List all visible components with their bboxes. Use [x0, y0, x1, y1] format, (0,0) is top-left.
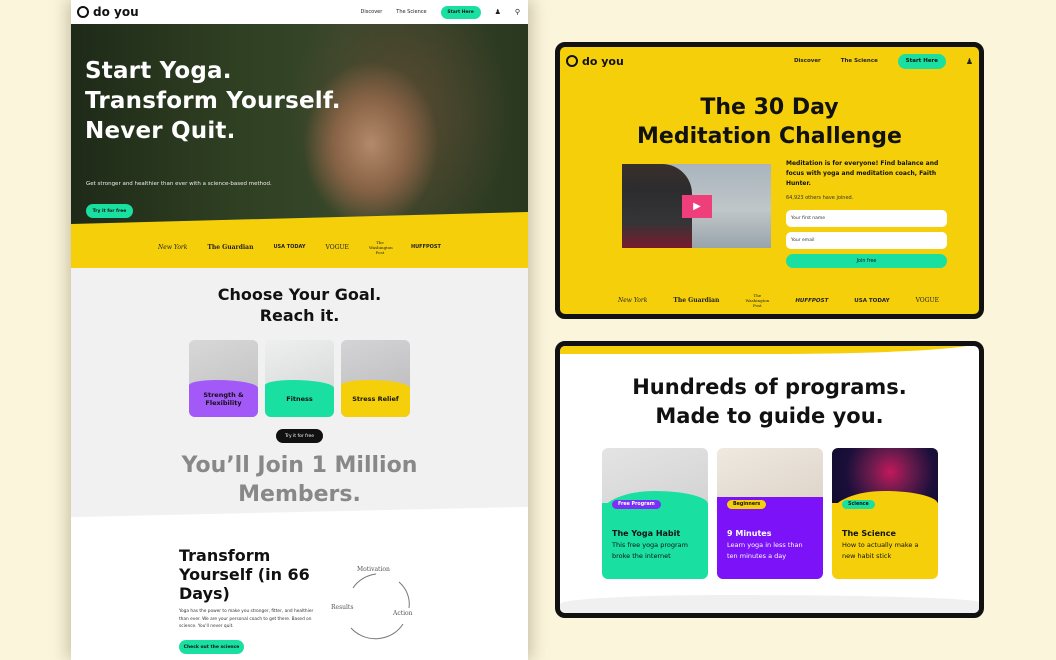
- program-tag: Beginners: [727, 500, 767, 509]
- program-title: The Science: [842, 529, 896, 538]
- logo-circle-icon: [566, 55, 578, 67]
- user-icon[interactable]: ♟: [495, 8, 501, 16]
- press-logo-usatoday: USA TODAY: [273, 244, 306, 250]
- signup-form: Meditation is for everyone! Find balance…: [786, 159, 951, 268]
- transform-body: Yoga has the power to make you stronger,…: [179, 609, 314, 629]
- nav-link-discover[interactable]: Discover: [361, 9, 383, 15]
- press-logo-guardian: The Guardian: [207, 243, 254, 251]
- program-card-science[interactable]: Science The Science How to actually make…: [832, 448, 938, 579]
- press-logo-washpost: The Washington Post: [745, 293, 770, 308]
- video-thumbnail[interactable]: ▶: [622, 164, 771, 248]
- choose-goal-section: Choose Your Goal. Reach it. Strength & F…: [71, 268, 528, 523]
- program-title: The Yoga Habit: [612, 529, 681, 538]
- nav-link-science[interactable]: The Science: [841, 58, 878, 64]
- join-free-button[interactable]: Join free: [786, 254, 947, 268]
- goal-try-free-button[interactable]: Try it for free: [276, 429, 323, 443]
- email-input[interactable]: Your email: [786, 232, 947, 249]
- habit-cycle-diagram: Motivation Action Results: [331, 566, 419, 646]
- meditation-challenge-screenshot: do you Discover The Science Start Here ♟…: [555, 42, 984, 319]
- transform-title: Transform Yourself (in 66 Days): [179, 546, 310, 603]
- press-logos-bar: New York The Guardian The Washington Pos…: [618, 293, 939, 308]
- transform-section: Transform Yourself (in 66 Days) Yoga has…: [71, 522, 528, 660]
- hero-try-free-button[interactable]: Try it for free: [86, 204, 133, 218]
- press-logo-huffpost: HUFFPOST: [410, 244, 441, 250]
- play-icon[interactable]: ▶: [682, 195, 712, 218]
- logo[interactable]: do you: [77, 5, 139, 19]
- press-logo-newyork: New York: [618, 297, 648, 304]
- hero-subtitle: Get stronger and healthier than ever wit…: [86, 181, 272, 187]
- nav-link-science[interactable]: The Science: [396, 9, 426, 15]
- start-here-button[interactable]: Start Here: [440, 5, 481, 19]
- program-title: 9 Minutes: [727, 529, 772, 538]
- logo[interactable]: do you: [566, 55, 624, 68]
- programs-title: Hundreds of programs. Made to guide you.: [632, 375, 907, 428]
- goal-card-label: Strength & Flexibility: [189, 380, 258, 417]
- homepage-screenshot: do you Discover The Science Start Here ♟…: [71, 0, 528, 660]
- programs-screenshot: Hundreds of programs. Made to guide you.…: [555, 341, 984, 618]
- press-logo-vogue: VOGUE: [915, 297, 939, 304]
- cycle-label-action: Action: [393, 610, 413, 617]
- cycle-label-motivation: Motivation: [357, 566, 390, 573]
- press-logo-vogue: VOGUE: [325, 243, 349, 251]
- search-icon[interactable]: ⚲: [515, 8, 520, 16]
- program-card-yoga-habit[interactable]: Free Program The Yoga Habit This free yo…: [602, 448, 708, 579]
- goal-card-fitness[interactable]: Fitness: [265, 340, 334, 417]
- program-description: Learn yoga in less than ten minutes a da…: [727, 541, 803, 560]
- program-description: How to actually make a new habit stick: [842, 541, 919, 560]
- goal-title: Choose Your Goal. Reach it.: [217, 285, 382, 325]
- program-tag: Free Program: [612, 500, 661, 509]
- hero-section: Start Yoga. Transform Yourself. Never Qu…: [71, 24, 528, 226]
- press-logo-usatoday: USA TODAY: [854, 297, 890, 304]
- top-nav: do you Discover The Science Start Here ♟…: [71, 0, 528, 24]
- press-logos-bar: New York The Guardian USA TODAY VOGUE Th…: [71, 226, 528, 268]
- press-logo-guardian: The Guardian: [673, 297, 720, 304]
- goal-card-strength[interactable]: Strength & Flexibility: [189, 340, 258, 417]
- hero-headline: Start Yoga. Transform Yourself. Never Qu…: [85, 58, 341, 144]
- joined-count: 64,923 others have joined.: [786, 195, 854, 201]
- start-here-button[interactable]: Start Here: [897, 53, 946, 69]
- program-card-9-minutes[interactable]: Beginners 9 Minutes Learn yoga in less t…: [717, 448, 823, 579]
- goal-card-stress-relief[interactable]: Stress Relief: [341, 340, 410, 417]
- user-icon[interactable]: ♟: [966, 57, 973, 66]
- program-description: This free yoga program broke the interne…: [612, 541, 688, 560]
- cycle-label-results: Results: [331, 604, 354, 611]
- first-name-input[interactable]: Your first name: [786, 210, 947, 227]
- program-tag: Science: [842, 500, 875, 509]
- members-title: You’ll Join 1 Million Members.: [181, 453, 418, 507]
- press-logo-washpost: The Washington Post: [368, 239, 393, 255]
- challenge-nav: do you Discover The Science Start Here ♟: [560, 47, 979, 75]
- goal-card-label: Fitness: [265, 380, 334, 417]
- press-logo-huffpost: HUFFPOST: [795, 297, 829, 304]
- nav-link-discover[interactable]: Discover: [794, 58, 821, 64]
- challenge-title: The 30 Day Meditation Challenge: [637, 95, 902, 149]
- challenge-lead-text: Meditation is for everyone! Find balance…: [786, 160, 939, 187]
- goal-card-label: Stress Relief: [341, 380, 410, 417]
- check-science-button[interactable]: Check out the science: [179, 640, 244, 654]
- press-logo-newyork: New York: [158, 243, 188, 251]
- logo-circle-icon: [77, 6, 89, 18]
